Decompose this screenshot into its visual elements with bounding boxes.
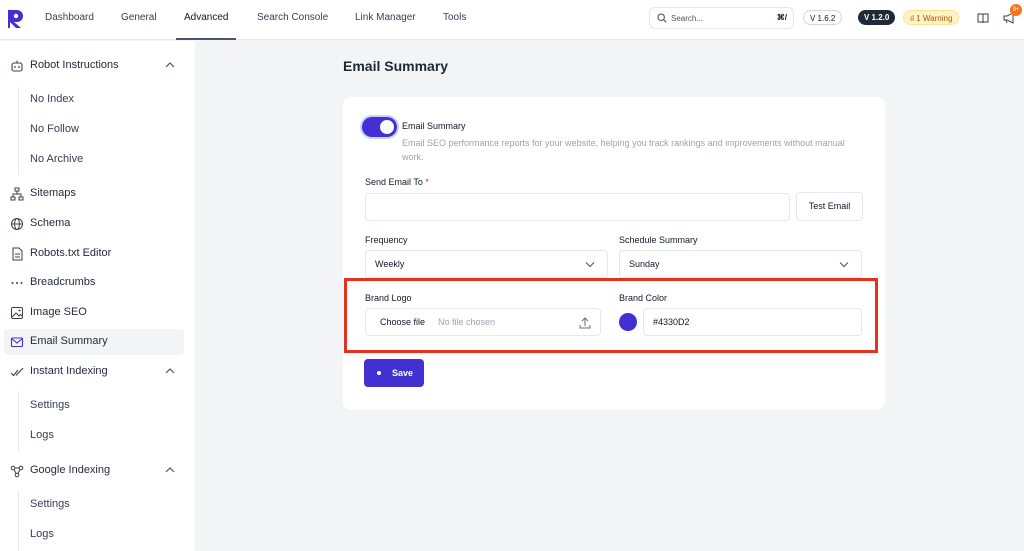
sidebar-item-breadcrumbs[interactable]: Breadcrumbs xyxy=(0,270,195,296)
frequency-value: Weekly xyxy=(375,259,405,269)
required-marker: * xyxy=(425,177,429,187)
rankmath-logo-icon[interactable] xyxy=(6,8,24,30)
check-double-icon xyxy=(10,367,24,377)
send-email-input[interactable] xyxy=(365,193,790,221)
sidebar-item-label: Schema xyxy=(30,217,71,229)
chevron-down-icon xyxy=(585,262,595,268)
send-email-label-text: Send Email To xyxy=(365,177,423,187)
save-dot-icon xyxy=(377,371,381,375)
warning-text: 1 Warning xyxy=(916,14,953,23)
submenu-line xyxy=(18,87,19,175)
submenu-line xyxy=(18,391,19,451)
sidebar-item-label: Breadcrumbs xyxy=(30,276,96,288)
sidebar-item-robot-instructions[interactable]: Robot Instructions xyxy=(0,53,195,79)
schedule-summary-select[interactable]: Sunday xyxy=(619,250,862,278)
sidebar-item-label: Robot Instructions xyxy=(30,59,119,71)
toggle-label: Email Summary xyxy=(402,121,466,131)
frequency-select[interactable]: Weekly xyxy=(365,250,608,278)
plugin-version-badge: V 1.6.2 xyxy=(803,10,843,25)
tab-dashboard[interactable]: Dashboard xyxy=(45,0,94,40)
sidebar-subitem-instant-logs[interactable]: Logs xyxy=(30,429,54,441)
sidebar-subitem-no-archive[interactable]: No Archive xyxy=(30,153,83,165)
sidebar-subitem-no-index[interactable]: No Index xyxy=(30,93,74,105)
top-navigation-bar: Dashboard General Advanced Search Consol… xyxy=(0,0,1024,40)
search-shortcut: ⌘/ xyxy=(776,13,787,22)
toggle-knob xyxy=(380,120,394,134)
sidebar-subitem-no-follow[interactable]: No Follow xyxy=(30,123,79,135)
sidebar-subitem-google-settings[interactable]: Settings xyxy=(30,498,70,510)
sidebar-item-label: Instant Indexing xyxy=(30,365,108,377)
warning-badge[interactable]: ıl 1 Warning xyxy=(903,10,960,25)
search-box[interactable]: Search... ⌘/ xyxy=(649,7,794,29)
sidebar-item-robots-txt-editor[interactable]: Robots.txt Editor xyxy=(0,241,195,267)
sidebar-subitem-google-logs[interactable]: Logs xyxy=(30,528,54,540)
document-icon xyxy=(12,247,23,261)
tab-search-console[interactable]: Search Console xyxy=(257,0,328,40)
email-summary-toggle[interactable] xyxy=(362,117,397,137)
tab-general[interactable]: General xyxy=(121,0,157,40)
sidebar-item-label: Google Indexing xyxy=(30,464,111,476)
sidebar-item-email-summary[interactable]: Email Summary xyxy=(0,329,195,355)
mail-icon xyxy=(10,337,24,348)
sidebar-item-image-seo[interactable]: Image SEO xyxy=(0,300,195,326)
sidebar-item-label: Sitemaps xyxy=(30,187,76,199)
image-icon xyxy=(11,307,23,319)
highlight-annotation-box xyxy=(344,278,878,353)
submenu-line xyxy=(18,490,19,551)
sidebar: Robot Instructions No Index No Follow No… xyxy=(0,41,195,551)
chevron-down-icon xyxy=(839,262,849,268)
save-button-label: Save xyxy=(392,368,414,378)
sidebar-item-label: Email Summary xyxy=(30,335,108,347)
sidebar-item-schema[interactable]: Schema xyxy=(0,211,195,237)
sitemap-icon xyxy=(10,187,24,201)
page-title: Email Summary xyxy=(343,58,449,74)
schedule-value: Sunday xyxy=(629,259,660,269)
sidebar-subitem-instant-settings[interactable]: Settings xyxy=(30,399,70,411)
chevron-up-icon[interactable] xyxy=(165,367,175,375)
tab-link-manager[interactable]: Link Manager xyxy=(355,0,416,40)
search-icon xyxy=(657,13,667,23)
globe-icon xyxy=(11,218,23,230)
book-icon[interactable] xyxy=(977,12,989,24)
sidebar-item-sitemaps[interactable]: Sitemaps xyxy=(0,181,195,207)
nodes-icon xyxy=(10,465,24,478)
sidebar-item-google-indexing[interactable]: Google Indexing xyxy=(0,458,195,484)
tab-advanced[interactable]: Advanced xyxy=(176,0,237,40)
chevron-up-icon[interactable] xyxy=(165,466,175,474)
chevron-up-icon[interactable] xyxy=(165,61,175,69)
test-email-button[interactable]: Test Email xyxy=(796,192,863,221)
schedule-summary-label: Schedule Summary xyxy=(619,235,698,245)
dots-icon xyxy=(11,282,23,284)
pro-version-badge: V 1.2.0 xyxy=(858,10,896,25)
sidebar-item-label: Image SEO xyxy=(30,306,87,318)
search-placeholder: Search... xyxy=(671,14,704,23)
frequency-label: Frequency xyxy=(365,235,408,245)
robot-icon xyxy=(11,60,23,72)
tab-tools[interactable]: Tools xyxy=(443,0,466,40)
save-button[interactable]: Save xyxy=(364,359,424,387)
send-email-label: Send Email To * xyxy=(365,177,429,187)
sidebar-item-instant-indexing[interactable]: Instant Indexing xyxy=(0,359,195,385)
toggle-description: Email SEO performance reports for your w… xyxy=(402,138,845,162)
notification-count-badge: 9+ xyxy=(1010,4,1022,16)
sidebar-item-label: Robots.txt Editor xyxy=(30,247,112,259)
